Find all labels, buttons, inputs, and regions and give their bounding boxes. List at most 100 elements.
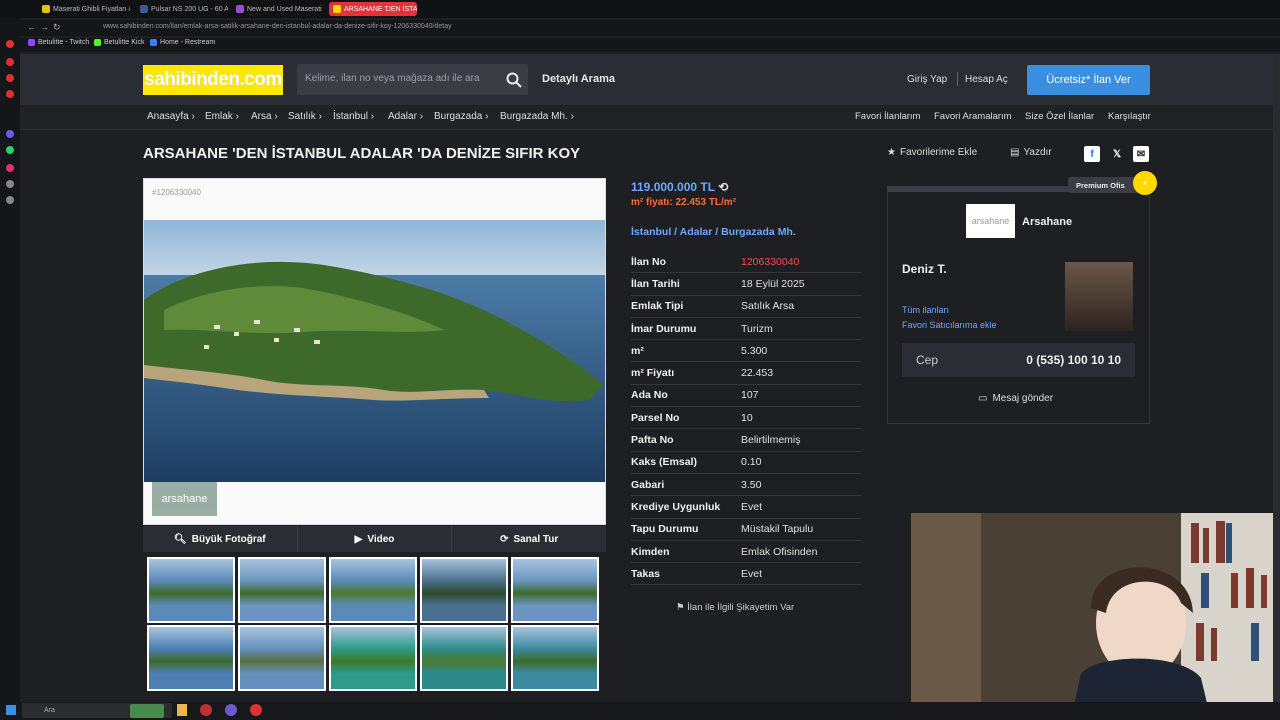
all-ads-link[interactable]: Tüm ilanları (902, 305, 949, 315)
compare-link[interactable]: Karşılaştır (1108, 111, 1151, 122)
detail-row: Ada No 107 (631, 385, 861, 408)
detail-value: 5.300 (741, 344, 768, 357)
printer-icon: ▤ (1010, 147, 1020, 158)
x-icon[interactable] (6, 196, 14, 204)
search-icon[interactable] (506, 72, 522, 88)
detail-value: 107 (741, 389, 759, 402)
phone-number: 0 (535) 100 10 10 (1026, 353, 1121, 367)
app-icon[interactable] (225, 704, 237, 716)
breadcrumb-item[interactable]: İstanbul › (333, 111, 374, 122)
post-ad-button[interactable]: Ücretsiz* İlan Ver (1027, 65, 1150, 95)
send-message-button[interactable]: ▭ Mesaj gönder (978, 393, 1053, 404)
page-scrollbar[interactable] (1273, 54, 1280, 702)
gallery-thumbnail[interactable] (147, 625, 235, 691)
breadcrumb-item[interactable]: Emlak › (205, 111, 239, 122)
sidebar-app-icon[interactable] (6, 40, 14, 48)
detail-key: Kimden (631, 545, 670, 558)
print-button[interactable]: ▤ Yazdır (1010, 147, 1052, 158)
gallery-thumbnail[interactable] (238, 557, 326, 623)
chat-icon: ▭ (978, 393, 988, 404)
seller-logo[interactable]: arsahane (966, 204, 1015, 238)
gallery-thumbnail[interactable] (329, 625, 417, 691)
detail-row: İlan No 1206330040 (631, 251, 861, 274)
star-icon: ★ (887, 147, 896, 158)
detail-row: Emlak Tipi Satılık Arsa (631, 296, 861, 318)
bookmark-item[interactable]: Home - Restream (150, 39, 215, 46)
detail-key: Tapu Durumu (631, 523, 699, 536)
detailed-search-link[interactable]: Detaylı Arama (542, 73, 615, 85)
details-table: İlan No 1206330040 İlan Tarihi 18 Eylül 202… (631, 251, 861, 586)
flag-icon: ⚑ (676, 602, 685, 613)
browser-app-icon[interactable] (200, 704, 212, 716)
file-explorer-icon[interactable] (177, 704, 187, 716)
virtual-tour-button[interactable]: ⟳ Sanal Tur (452, 526, 606, 552)
browser-tab[interactable]: New and Used Maserati (232, 2, 324, 16)
site-logo[interactable]: sahibinden.com (143, 65, 283, 95)
favorite-listings-link[interactable]: Favori İlanlarım (855, 111, 920, 122)
360-icon: ⟳ (500, 533, 509, 545)
register-link[interactable]: Hesap Aç (965, 74, 1008, 85)
tiktok-icon[interactable] (6, 180, 14, 188)
detail-value: Turizm (741, 322, 773, 335)
gallery-thumbnail[interactable] (420, 625, 508, 691)
breadcrumb-item[interactable]: Burgazada Mh. › (500, 111, 574, 122)
detail-value: 0.10 (741, 456, 762, 469)
add-favorite-button[interactable]: ★ Favorilerime Ekle (887, 147, 977, 158)
detail-key: Kaks (Emsal) (631, 456, 697, 469)
m2-price: m² fiyatı: 22.453 TL/m² (631, 197, 737, 208)
breadcrumb-item[interactable]: Anasayfa › (147, 111, 195, 122)
browser-tab[interactable]: ARSAHANE 'DEN İSTANE (329, 2, 417, 16)
back-icon[interactable]: ← (27, 22, 36, 32)
bookmark-item[interactable]: Betulitte - Twitch (28, 39, 89, 46)
app-icon[interactable] (250, 704, 262, 716)
reload-icon[interactable]: ↻ (53, 22, 61, 33)
bookmark-item[interactable]: Betulitte Kick (94, 39, 144, 46)
search-input[interactable]: Kelime, ilan no veya mağaza adı ile ara (297, 64, 528, 95)
x-share-icon[interactable]: 𝕏 (1109, 146, 1125, 162)
price-history-icon[interactable]: ⟲ (718, 180, 728, 194)
breadcrumb-item[interactable]: Satılık › (288, 111, 322, 122)
login-link[interactable]: Giriş Yap (907, 74, 947, 85)
sidebar-app-icon[interactable] (6, 90, 14, 98)
gallery-thumbnail[interactable] (420, 557, 508, 623)
windows-start-icon[interactable] (6, 705, 16, 715)
gallery-thumbnail[interactable] (511, 625, 599, 691)
gallery-thumbnail[interactable] (147, 557, 235, 623)
weather-widget-icon[interactable] (130, 704, 164, 718)
email-icon[interactable]: ✉ (1133, 146, 1149, 162)
forward-icon[interactable]: → (40, 22, 49, 32)
agent-avatar (1065, 262, 1133, 331)
detail-key: İlan Tarihi (631, 277, 680, 290)
breadcrumb-item[interactable]: Arsa › (251, 111, 278, 122)
video-button[interactable]: ▶ Video (298, 526, 453, 552)
special-listings-link[interactable]: Size Özel İlanlar (1025, 111, 1094, 122)
detail-value: Evet (741, 500, 763, 513)
detail-row: Parsel No 10 (631, 407, 861, 430)
url-text[interactable]: www.sahibinden.com/ilan/emlak-arsa-satil… (103, 23, 452, 30)
gallery-thumbnail[interactable] (511, 557, 599, 623)
breadcrumb-item[interactable]: Burgazada › (434, 111, 488, 122)
sidebar-app-icon[interactable] (6, 130, 14, 138)
sidebar-app-icon[interactable] (6, 74, 14, 82)
gallery-thumbnail[interactable] (238, 625, 326, 691)
instagram-icon[interactable] (6, 164, 14, 172)
location-breadcrumb: İstanbul / Adalar / Burgazada Mh. (631, 226, 796, 238)
media-bar: 🔍︎ Büyük Fotoğraf ▶ Video ⟳ Sanal Tur (143, 526, 606, 552)
add-favorite-seller-link[interactable]: Favori Satıcılarıma ekle (902, 320, 997, 330)
detail-row: Gabari 3.50 (631, 474, 861, 497)
favorite-searches-link[interactable]: Favori Aramalarım (934, 111, 1012, 122)
main-photo[interactable] (144, 220, 605, 482)
detail-row: Tapu Durumu Müstakil Tapulu (631, 519, 861, 541)
seller-name[interactable]: Arsahane (1022, 216, 1072, 228)
phone-box[interactable]: Cep 0 (535) 100 10 10 (902, 343, 1135, 377)
sidebar-app-icon[interactable] (6, 58, 14, 66)
browser-tab[interactable]: Maserati Ghibli Fiyatları & (38, 2, 130, 16)
large-photo-button[interactable]: 🔍︎ Büyük Fotoğraf (143, 526, 298, 552)
report-link[interactable]: ⚑ İlan ile İlgili Şikayetim Var (676, 602, 794, 613)
breadcrumb-item[interactable]: Adalar › (388, 111, 423, 122)
gallery-thumbnail[interactable] (329, 557, 417, 623)
detail-key: Krediye Uygunluk (631, 500, 721, 513)
whatsapp-icon[interactable] (6, 146, 14, 154)
facebook-icon[interactable]: f (1084, 146, 1100, 162)
browser-tab[interactable]: Pulsar NS 200 UG - 60 A (136, 2, 228, 16)
